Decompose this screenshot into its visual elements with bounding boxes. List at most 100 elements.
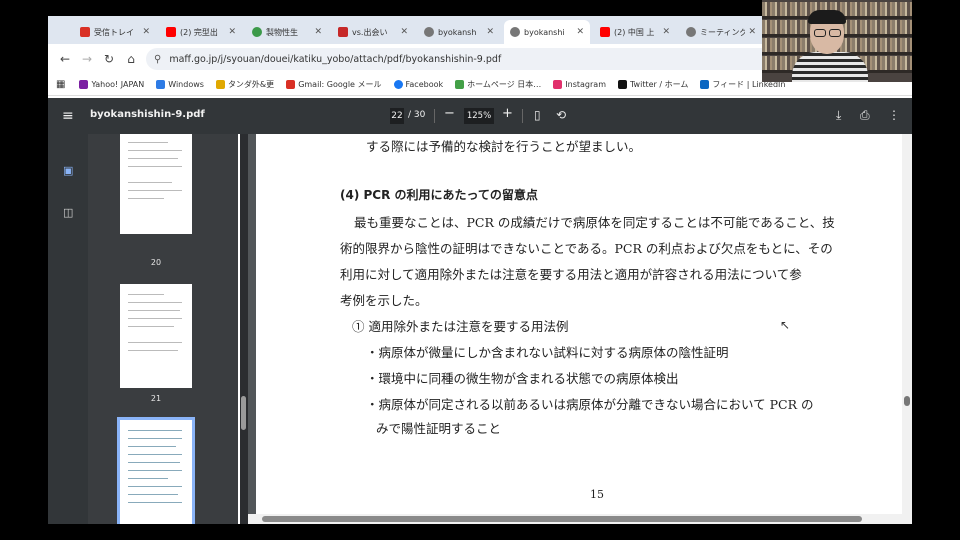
page-footer-number: 15: [590, 488, 604, 501]
tab-6[interactable]: (2) 中国 上 ✕: [594, 20, 676, 44]
bookmark-label: ホームページ 日本…: [467, 80, 542, 89]
bookmark-label: Windows: [168, 80, 204, 89]
bookmark-5[interactable]: ホームページ 日本…: [455, 79, 541, 90]
bookmark-0[interactable]: Yahoo! JAPAN: [79, 80, 144, 89]
thumbnails-icon[interactable]: ▣: [63, 164, 73, 177]
close-icon[interactable]: ✕: [400, 27, 408, 37]
thumbnail-scrollbar[interactable]: [240, 134, 248, 524]
section-heading: (4) PCR の利用にあたっての留意点: [340, 188, 538, 202]
thumbnail-page-number: 21: [150, 394, 162, 403]
close-icon[interactable]: ✕: [486, 27, 494, 37]
document-horizontal-scrollbar[interactable]: [248, 514, 912, 524]
home-icon[interactable]: ⌂: [120, 52, 142, 66]
gmail-icon: [286, 80, 296, 89]
instagram-icon: [553, 80, 563, 89]
bookmark-1[interactable]: Windows: [156, 80, 204, 89]
bookmark-label: Instagram: [565, 80, 606, 89]
close-icon[interactable]: ✕: [748, 27, 756, 37]
bookmark-label: Yahoo! JAPAN: [91, 80, 145, 89]
tab-label: 受信トレイ: [94, 27, 134, 37]
bookmark-label: タンダ外&更: [227, 80, 275, 89]
text-line: 考例を示した。: [340, 293, 428, 308]
outline-icon[interactable]: ◫: [63, 206, 73, 219]
close-icon[interactable]: ✕: [314, 27, 322, 37]
mouse-cursor-icon: ↖: [780, 318, 791, 332]
youtube-icon: [166, 27, 176, 37]
download-icon[interactable]: ⤓: [836, 108, 841, 123]
site-icon: [252, 27, 262, 37]
tab-label: 製物性生: [266, 27, 298, 37]
screen: 受信トレイ ✕ (2) 完型出 ✕ 製物性生 ✕ vs.出会い ✕ byokan…: [0, 0, 960, 540]
text-line: 最も重要なことは、PCR の成績だけで病原体を同定することは不可能であること、技: [354, 215, 835, 230]
page-thumbnail-21[interactable]: [120, 284, 192, 388]
url-text: maff.go.jp/j/syouan/douei/katiku_yobo/at…: [169, 53, 502, 65]
tab-4[interactable]: byokansh ✕: [418, 20, 500, 44]
scrollbar-thumb[interactable]: [904, 396, 910, 406]
more-options-icon[interactable]: ⋮: [888, 108, 900, 122]
reload-icon[interactable]: ↻: [98, 52, 120, 66]
youtube-icon: [600, 27, 610, 37]
linkedin-icon: [700, 80, 710, 89]
close-icon[interactable]: ✕: [662, 27, 670, 37]
scrollbar-thumb[interactable]: [241, 396, 246, 430]
apps-grid-icon[interactable]: ▦: [56, 79, 65, 90]
close-icon[interactable]: ✕: [576, 27, 584, 37]
forward-arrow-icon[interactable]: →: [76, 52, 98, 66]
gmail-icon: [80, 27, 90, 37]
close-icon[interactable]: ✕: [142, 27, 150, 37]
thumbnail-page-number: 20: [150, 258, 162, 267]
site-icon: [215, 80, 225, 89]
bookmark-6[interactable]: Instagram: [553, 80, 606, 89]
divider: [522, 109, 523, 123]
tab-label: ミーティング: [700, 27, 746, 37]
scrollbar-thumb[interactable]: [262, 516, 862, 522]
tab-7[interactable]: ミーティング ✕: [680, 20, 762, 44]
pdf-page: する際には予備的な検討を行うことが望ましい。 (4) PCR の利用にあたっての…: [256, 134, 902, 514]
tab-3[interactable]: vs.出会い ✕: [332, 20, 414, 44]
document-vertical-scrollbar[interactable]: [902, 134, 912, 514]
page-thumbnail-20[interactable]: [120, 134, 192, 234]
pdf-filename: byokanshishin-9.pdf: [90, 109, 205, 120]
bookmark-4[interactable]: Facebook: [393, 80, 444, 89]
rotate-icon[interactable]: ⟲: [556, 108, 566, 122]
globe-icon: [686, 27, 696, 37]
globe-icon: [510, 27, 520, 37]
bookmark-3[interactable]: Gmail: Google メール: [286, 79, 382, 90]
browser-window: 受信トレイ ✕ (2) 完型出 ✕ 製物性生 ✕ vs.出会い ✕ byokan…: [48, 16, 912, 524]
bookmark-label: Gmail: Google メール: [298, 80, 382, 89]
page-thumbnail-22-selected[interactable]: [117, 417, 195, 524]
menu-icon[interactable]: ≡: [62, 108, 74, 124]
text-line: 術的限界から陰性の証明はできないことである。PCR の利点および欠点をもとに、そ…: [340, 241, 833, 256]
fit-page-icon[interactable]: ▯: [534, 108, 541, 122]
tab-label: byokanshi: [524, 27, 565, 37]
thumbnail-pane: 20 21 22: [88, 134, 238, 524]
tab-label: (2) 中国 上: [614, 27, 655, 37]
close-icon[interactable]: ✕: [228, 27, 236, 37]
bookmark-2[interactable]: タンダ外&更: [215, 79, 275, 90]
tab-label: (2) 完型出: [180, 27, 218, 37]
text-line: 利用に対して適用除外または注意を要する用法と適用が許容される用法について参: [340, 267, 802, 282]
print-icon[interactable]: ⎙: [860, 108, 870, 123]
page-number-input[interactable]: 22: [390, 108, 404, 124]
site-info-icon[interactable]: ⚲: [154, 54, 161, 65]
tab-5-active[interactable]: byokanshi ✕: [504, 20, 590, 44]
site-icon: [455, 80, 465, 89]
tab-2[interactable]: 製物性生 ✕: [246, 20, 328, 44]
zoom-in-icon[interactable]: +: [502, 106, 513, 121]
tab-0[interactable]: 受信トレイ ✕: [74, 20, 156, 44]
pdf-toolbar: ≡ byokanshishin-9.pdf 22 / 30 − 125% + ▯…: [48, 98, 912, 134]
bullet-item: ・病原体が同定される以前あるいは病原体が分離できない場合において PCR の: [366, 397, 814, 412]
bookmark-7[interactable]: Twitter / ホーム: [617, 79, 688, 90]
zoom-out-icon[interactable]: −: [444, 106, 455, 121]
back-arrow-icon[interactable]: ←: [54, 52, 76, 66]
tab-1[interactable]: (2) 完型出 ✕: [160, 20, 242, 44]
bullet-item-continued: みで陽性証明すること: [376, 421, 502, 436]
windows-icon: [156, 80, 166, 89]
zoom-input[interactable]: 125%: [464, 108, 494, 124]
bookmark-label: Facebook: [405, 80, 444, 89]
facebook-icon: [393, 80, 403, 89]
person-hair: [808, 10, 846, 24]
url-bar[interactable]: ⚲ maff.go.jp/j/syouan/douei/katiku_yobo/…: [146, 48, 796, 70]
person-shirt: [792, 52, 868, 82]
divider: [434, 109, 435, 123]
